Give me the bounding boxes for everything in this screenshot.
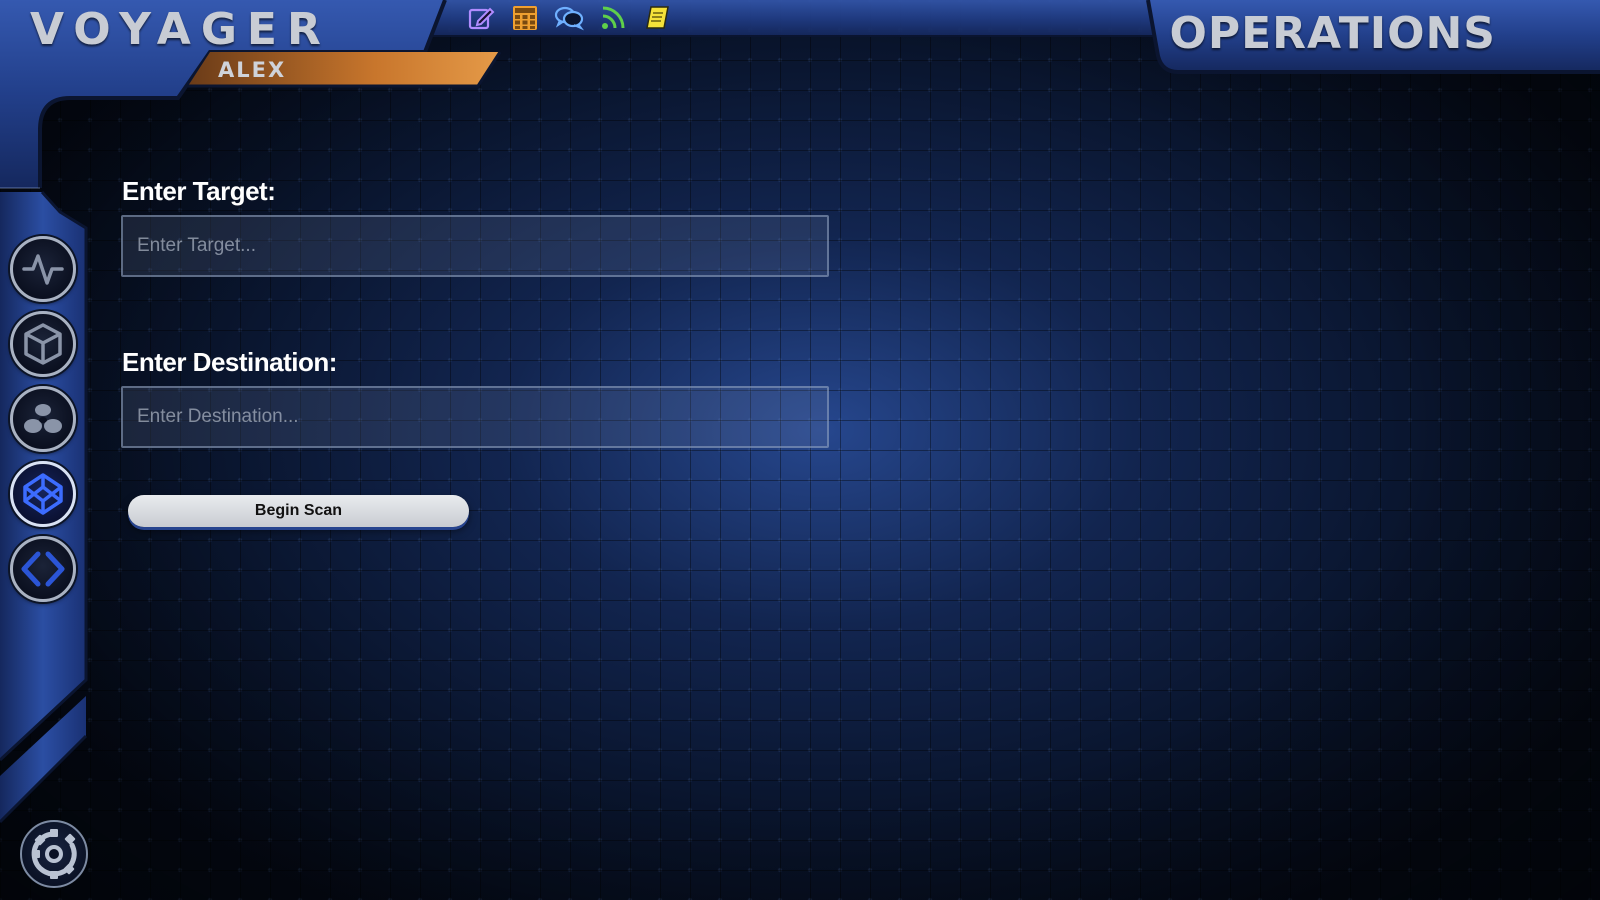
- settings-gear-icon: [31, 829, 77, 879]
- user-name-tab[interactable]: ALEX: [218, 58, 286, 82]
- sidebar-cluster-button[interactable]: [10, 386, 76, 452]
- chat-icon[interactable]: [554, 3, 584, 33]
- app-title: VOYAGER: [30, 4, 331, 55]
- target-input[interactable]: [121, 215, 829, 277]
- target-label: Enter Target:: [122, 176, 276, 206]
- begin-scan-button[interactable]: Begin Scan: [128, 495, 469, 527]
- cube-icon: [24, 323, 62, 365]
- settings-button[interactable]: [20, 820, 88, 888]
- app-screen: VOYAGER ALEX OPERATIONS Enter Target: En…: [0, 0, 1600, 900]
- hud-frame: [0, 0, 1600, 824]
- sidebar-cube-button[interactable]: [10, 311, 76, 377]
- calculator-icon[interactable]: [510, 3, 540, 33]
- code-brackets-icon: [21, 551, 65, 587]
- rss-feed-icon[interactable]: [598, 3, 628, 33]
- cluster-icon: [24, 404, 62, 433]
- section-title: OPERATIONS: [1169, 8, 1496, 59]
- sidebar-code-button[interactable]: [10, 536, 76, 602]
- codepen-icon: [23, 473, 63, 515]
- edit-icon[interactable]: [466, 3, 496, 33]
- sidebar-codepen-button[interactable]: [10, 461, 76, 527]
- destination-input[interactable]: [121, 386, 829, 448]
- destination-label: Enter Destination:: [122, 347, 337, 377]
- notebook-icon[interactable]: [642, 3, 672, 33]
- activity-pulse-icon: [22, 254, 64, 285]
- sidebar-activity-button[interactable]: [10, 236, 76, 302]
- top-toolbar: [466, 2, 672, 34]
